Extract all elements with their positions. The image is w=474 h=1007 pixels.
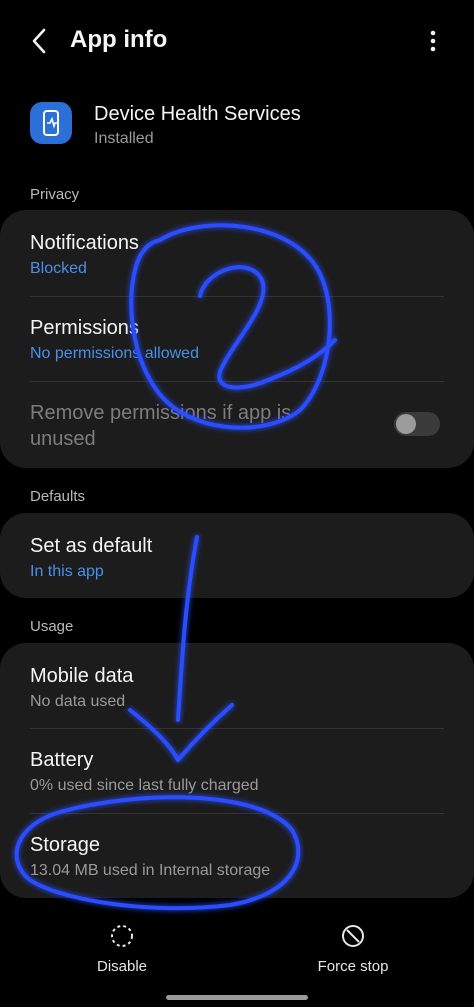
mobile-data-subtitle: No data used bbox=[30, 693, 126, 710]
more-vert-icon[interactable] bbox=[420, 28, 444, 54]
force-stop-button[interactable]: Force stop bbox=[293, 922, 413, 975]
section-label-usage: Usage bbox=[30, 618, 74, 635]
battery-subtitle: 0% used since last fully charged bbox=[30, 777, 259, 794]
defaults-card: Set as default In this app bbox=[0, 513, 474, 598]
mobile-data-title: Mobile data bbox=[30, 665, 134, 687]
set-as-default-row[interactable]: Set as default In this app bbox=[0, 513, 474, 598]
mobile-data-row[interactable]: Mobile data No data used bbox=[0, 643, 474, 728]
disable-button[interactable]: Disable bbox=[62, 922, 182, 975]
usage-card: Mobile data No data used Battery 0% used… bbox=[0, 643, 474, 898]
dashed-circle-icon bbox=[62, 922, 182, 950]
permissions-row[interactable]: Permissions No permissions allowed bbox=[0, 297, 474, 381]
disable-label: Disable bbox=[96, 958, 148, 975]
force-stop-label: Force stop bbox=[317, 958, 389, 975]
notifications-title: Notifications bbox=[30, 232, 139, 254]
permissions-title: Permissions bbox=[30, 317, 139, 339]
page-title: App info bbox=[70, 26, 168, 53]
set-as-default-title: Set as default bbox=[30, 535, 153, 557]
storage-title: Storage bbox=[30, 834, 101, 856]
remove-permissions-title-line1: Remove permissions if app is bbox=[30, 402, 292, 424]
app-name: Device Health Services bbox=[94, 103, 301, 125]
device-health-icon bbox=[30, 102, 72, 144]
set-as-default-subtitle: In this app bbox=[30, 563, 104, 580]
toggle-knob bbox=[396, 414, 416, 434]
back-arrow-icon[interactable] bbox=[28, 28, 52, 54]
remove-permissions-toggle[interactable] bbox=[394, 412, 440, 436]
storage-row[interactable]: Storage 13.04 MB used in Internal storag… bbox=[0, 814, 474, 898]
battery-row[interactable]: Battery 0% used since last fully charged bbox=[0, 729, 474, 813]
home-indicator[interactable] bbox=[166, 995, 308, 1000]
stop-circle-icon bbox=[293, 922, 413, 950]
section-label-defaults: Defaults bbox=[30, 488, 86, 505]
battery-title: Battery bbox=[30, 749, 94, 771]
remove-permissions-title-line2: unused bbox=[30, 428, 96, 450]
permissions-subtitle: No permissions allowed bbox=[30, 345, 199, 362]
app-status: Installed bbox=[94, 130, 154, 147]
notifications-subtitle: Blocked bbox=[30, 260, 87, 277]
notifications-row[interactable]: Notifications Blocked bbox=[0, 210, 474, 296]
section-label-privacy: Privacy bbox=[30, 186, 80, 203]
storage-subtitle: 13.04 MB used in Internal storage bbox=[30, 862, 271, 879]
